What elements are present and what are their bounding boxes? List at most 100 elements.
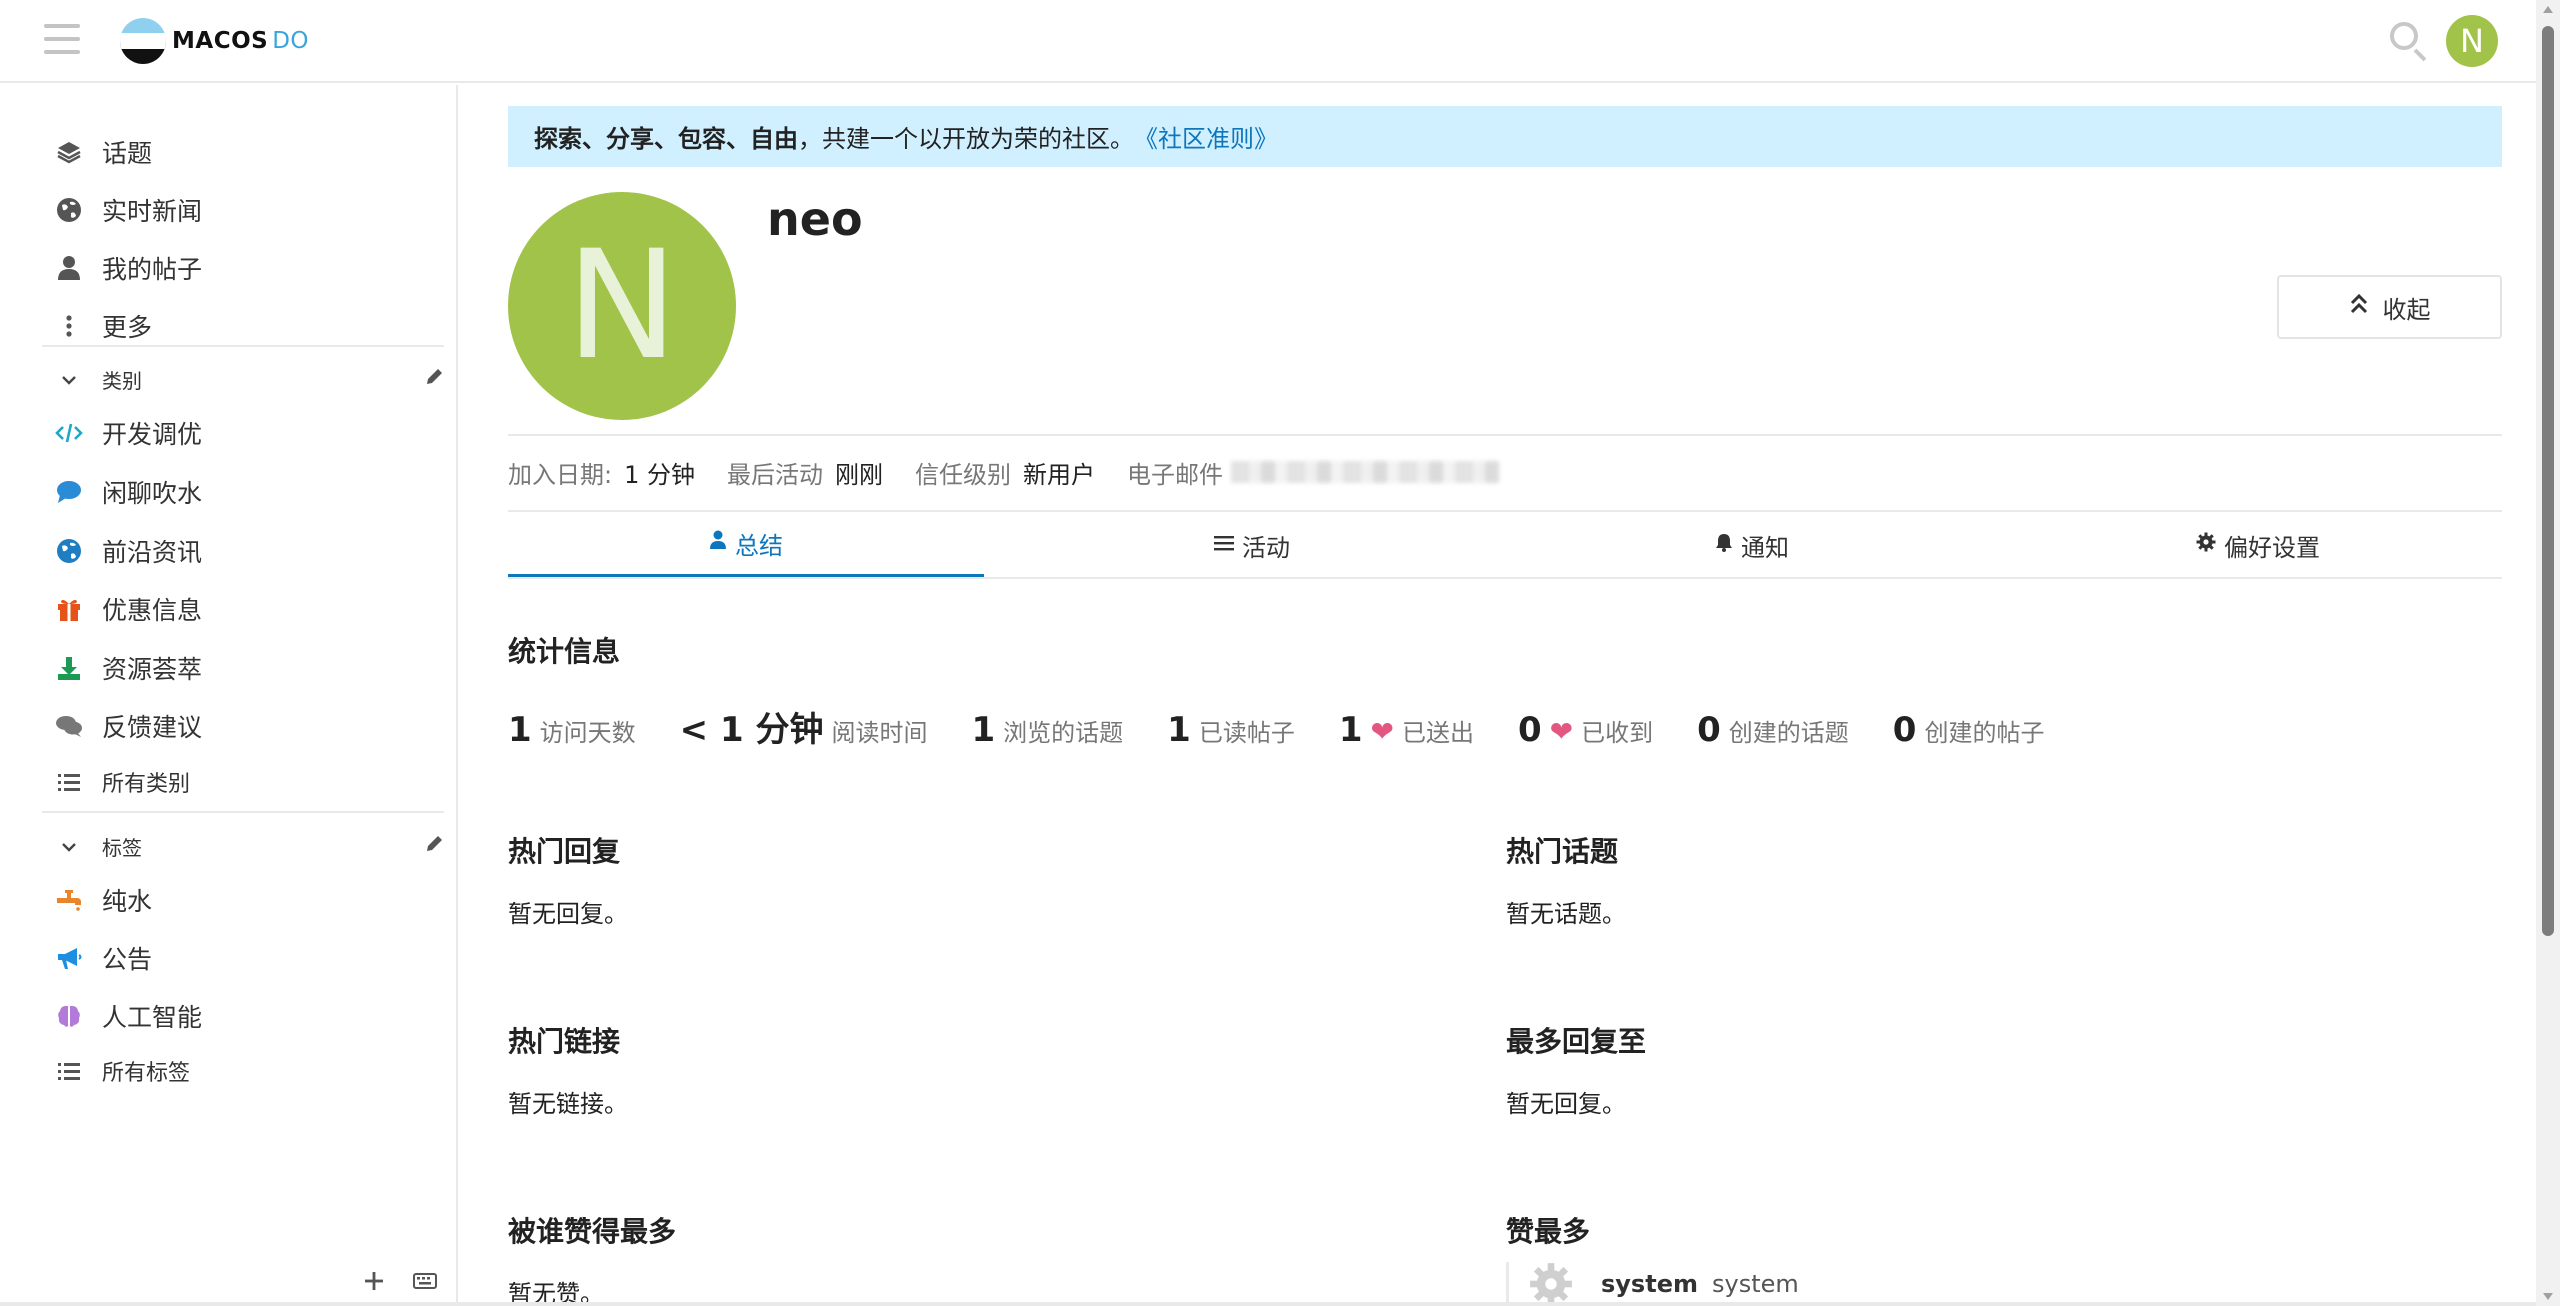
- top-links-title: 热门链接: [508, 1025, 621, 1058]
- logo-text: MACOS DO: [172, 28, 310, 54]
- page-scrollbar[interactable]: [2536, 0, 2560, 1306]
- pencil-icon[interactable]: [424, 367, 444, 392]
- code-icon: [54, 418, 84, 448]
- guidelines-link[interactable]: 《社区准则》: [1134, 119, 1278, 154]
- categories-section-header[interactable]: 类别: [54, 361, 444, 397]
- chat-bubble-icon: [54, 477, 84, 507]
- comments-icon: [54, 711, 84, 741]
- bell-icon: [1715, 532, 1733, 558]
- most-replied-to-title: 最多回复至: [1506, 1025, 1647, 1058]
- sidebar-item-all-categories[interactable]: 所有类别: [54, 762, 444, 802]
- sidebar-item-category-feedback[interactable]: 反馈建议: [54, 706, 444, 746]
- profile-username: neo: [767, 192, 863, 246]
- email-value-redacted: [1231, 461, 1499, 483]
- user-icon: [709, 530, 727, 556]
- vertical-dots-icon: [54, 311, 84, 341]
- sidebar-item-tag-ai[interactable]: 人工智能: [54, 996, 444, 1036]
- stat-topics-created: 0 创建的话题: [1697, 710, 1849, 750]
- most-liked-by-title: 被谁赞得最多: [508, 1215, 677, 1248]
- user-avatar-button[interactable]: N: [2446, 15, 2498, 67]
- layers-icon: [54, 137, 84, 167]
- sidebar-item-category-resources[interactable]: 资源荟萃: [54, 648, 444, 688]
- stats-row: 1 访问天数 < 1 分钟 阅读时间 1 浏览的话题 1 已读帖子 1 ❤ 已送出 0 ❤ 已收…: [508, 702, 2088, 752]
- add-plus-icon[interactable]: [358, 1263, 390, 1299]
- sidebar-divider: [42, 811, 444, 813]
- top-topics-title: 热门话题: [1506, 835, 1619, 868]
- brain-icon: [54, 1001, 84, 1031]
- stat-posts-created: 0 创建的帖子: [1892, 710, 2045, 750]
- scroll-up-arrow-icon[interactable]: [2543, 6, 2553, 13]
- megaphone-icon: [54, 943, 84, 973]
- stat-likes-received: 0 ❤ 已收到: [1517, 710, 1654, 750]
- top-replies-empty: 暂无回复。: [508, 900, 628, 928]
- sidebar: 话题 实时新闻 我的帖子 更多 类别 开发调优 闲聊吹水 前沿资讯 优惠信息 资…: [0, 85, 458, 1306]
- tab-notifications[interactable]: 通知: [1514, 512, 1990, 578]
- scroll-down-arrow-icon[interactable]: [2543, 1293, 2553, 1300]
- tags-section-header[interactable]: 标签: [54, 828, 444, 864]
- stat-days-visited: 1 访问天数: [508, 710, 636, 750]
- stat-topics-viewed: 1 浏览的话题: [971, 710, 1124, 750]
- sidebar-item-category-dev[interactable]: 开发调优: [54, 413, 444, 453]
- logo-mark-icon: [120, 18, 166, 64]
- sidebar-item-more[interactable]: 更多: [54, 306, 444, 346]
- sidebar-item-news[interactable]: 实时新闻: [54, 190, 444, 230]
- hamburger-menu-icon[interactable]: [44, 24, 80, 56]
- sidebar-item-category-chat[interactable]: 闲聊吹水: [54, 472, 444, 512]
- profile-tabs: 总结 活动 通知 偏好设置: [508, 512, 2502, 580]
- join-date-value: 1 分钟: [624, 460, 695, 489]
- chevron-down-icon[interactable]: [54, 834, 84, 858]
- site-logo[interactable]: MACOS DO: [120, 17, 309, 65]
- top-replies-title: 热门回复: [508, 835, 621, 868]
- sidebar-item-category-deals[interactable]: 优惠信息: [54, 589, 444, 629]
- liked-user-name[interactable]: system: [1601, 1270, 1698, 1298]
- profile-meta: 加入日期: 1 分钟 最后活动 刚刚 信任级别 新用户 电子邮件: [508, 452, 1499, 492]
- list-icon: [54, 1056, 84, 1086]
- tab-summary[interactable]: 总结: [508, 512, 984, 578]
- community-banner: 探索、分享、包容、自由 ，共建一个以开放为荣的社区。 《社区准则》: [508, 106, 2502, 167]
- gift-icon: [54, 594, 84, 624]
- stats-title: 统计信息: [508, 635, 621, 668]
- stat-posts-read: 1 已读帖子: [1167, 710, 1295, 750]
- profile-avatar: N: [508, 192, 736, 420]
- faucet-icon: [54, 885, 84, 915]
- sidebar-item-all-tags[interactable]: 所有标签: [54, 1051, 444, 1091]
- search-icon[interactable]: [2388, 20, 2428, 62]
- most-liked-user-row[interactable]: system system: [1506, 1262, 2006, 1306]
- double-chevron-up-icon: [2349, 293, 2369, 321]
- most-replied-to-empty: 暂无回复。: [1506, 1090, 1626, 1118]
- sidebar-item-my-posts[interactable]: 我的帖子: [54, 248, 444, 288]
- tabs-bottom-divider: [508, 577, 2502, 579]
- most-liked-title: 赞最多: [1506, 1215, 1591, 1248]
- collapse-button[interactable]: 收起: [2277, 275, 2502, 339]
- download-icon: [54, 653, 84, 683]
- sidebar-item-category-frontier[interactable]: 前沿资讯: [54, 531, 444, 571]
- site-header: MACOS DO N: [0, 0, 2536, 83]
- trust-level-value: 新用户: [1023, 460, 1095, 489]
- tab-preferences[interactable]: 偏好设置: [2020, 512, 2496, 578]
- top-topics-empty: 暂无话题。: [1506, 900, 1626, 928]
- window-bottom-edge: [0, 1302, 2536, 1306]
- globe-icon: [54, 195, 84, 225]
- globe-icon: [54, 536, 84, 566]
- last-activity-value: 刚刚: [835, 460, 883, 489]
- stat-read-time: < 1 分钟 阅读时间: [679, 710, 928, 750]
- tab-activity[interactable]: 活动: [1014, 512, 1490, 578]
- heart-icon: ❤: [1549, 715, 1574, 748]
- liked-user-username: system: [1711, 1270, 1799, 1298]
- heart-icon: ❤: [1370, 715, 1394, 748]
- gear-icon: [2196, 532, 2216, 558]
- keyboard-icon[interactable]: [410, 1263, 440, 1299]
- sidebar-item-topics[interactable]: 话题: [54, 132, 444, 172]
- sidebar-divider: [42, 345, 444, 347]
- pencil-icon[interactable]: [424, 834, 444, 859]
- top-links-empty: 暂无链接。: [508, 1090, 628, 1118]
- profile-divider: [508, 434, 2502, 436]
- sidebar-item-tag-water[interactable]: 纯水: [54, 880, 444, 920]
- system-avatar-gear-icon: [1523, 1262, 1579, 1306]
- list-icon: [54, 767, 84, 797]
- chevron-down-icon[interactable]: [54, 367, 84, 391]
- list-icon: [1214, 533, 1234, 558]
- user-icon: [54, 253, 84, 283]
- sidebar-item-tag-announcement[interactable]: 公告: [54, 938, 444, 978]
- scrollbar-thumb[interactable]: [2542, 26, 2554, 936]
